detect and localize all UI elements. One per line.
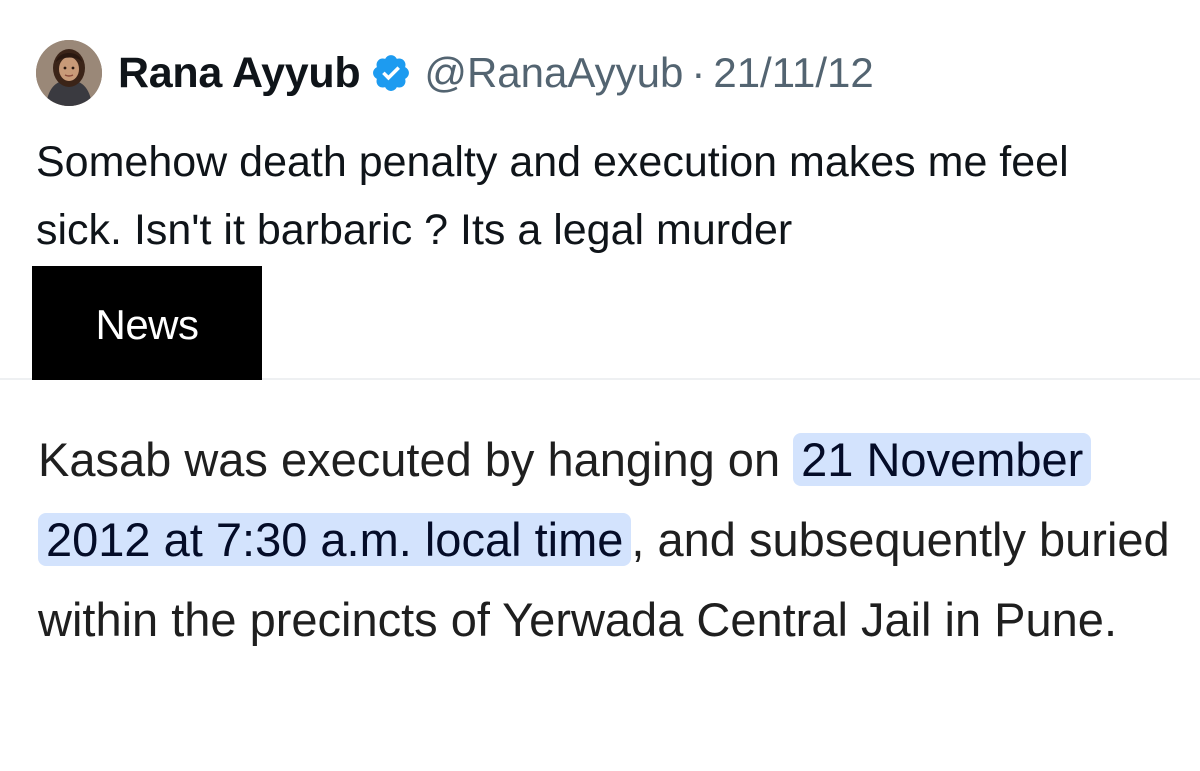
tweet-date[interactable]: 21/11/12	[713, 49, 873, 97]
separator-dot: ·	[691, 49, 706, 96]
tweet-text: Somehow death penalty and execution make…	[36, 138, 1069, 254]
avatar[interactable]	[36, 40, 102, 106]
display-name[interactable]: Rana Ayyub	[118, 49, 361, 98]
verified-badge-icon	[373, 55, 410, 91]
screenshot-page: Rana Ayyub @RanaAyyub · 21/11/12 Somehow…	[0, 0, 1200, 771]
search-snippet: Kasab was executed by hanging on 21 Nove…	[0, 380, 1200, 771]
news-label: News	[32, 266, 262, 383]
tweet-header: Rana Ayyub @RanaAyyub · 21/11/12	[36, 40, 874, 106]
profile-photo-icon	[36, 40, 102, 106]
snippet-text: Kasab was executed by hanging on 21 Nove…	[38, 420, 1178, 660]
user-handle[interactable]: @RanaAyyub	[424, 49, 683, 97]
snippet-text-before: Kasab was executed by hanging on	[38, 433, 794, 486]
